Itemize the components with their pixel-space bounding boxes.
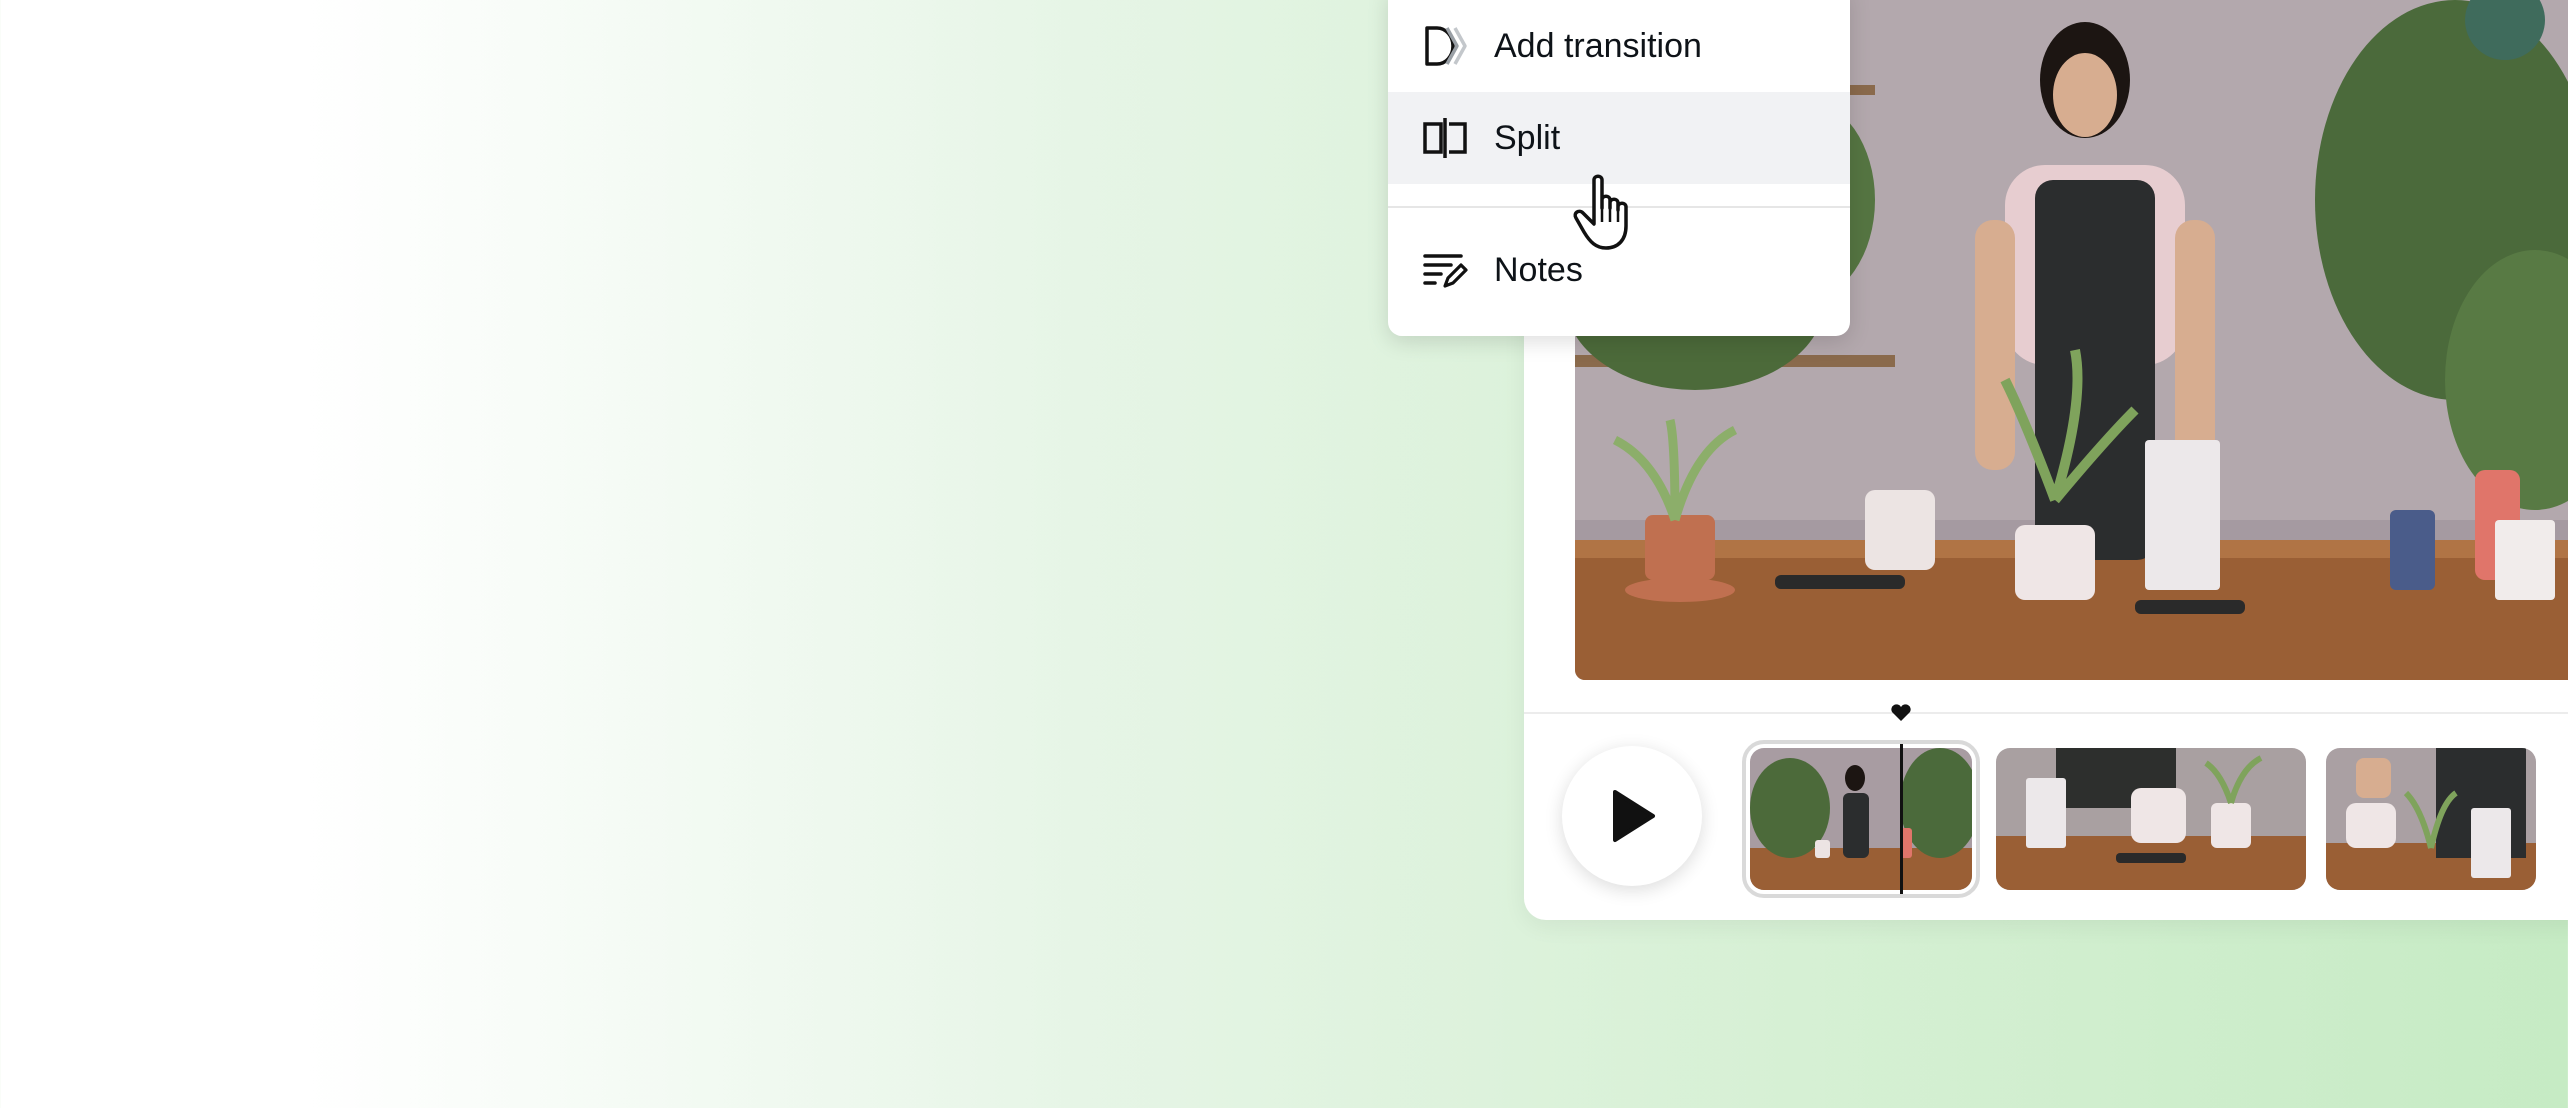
heart-marker-icon [1891, 704, 1911, 721]
clip-thumbnail [2326, 748, 2536, 890]
timeline-divider [1524, 712, 2568, 714]
clip-thumbnail [1750, 748, 1972, 890]
menu-item-label: Split [1494, 118, 1561, 157]
split-icon [1420, 113, 1470, 163]
timeline-clip-3[interactable] [2326, 748, 2536, 890]
play-button[interactable] [1562, 746, 1702, 886]
menu-item-add-transition[interactable]: Add transition [1388, 0, 1850, 92]
transition-icon [1420, 21, 1470, 71]
clip-playhead-line [1900, 744, 1903, 894]
timeline-clip-1[interactable] [1742, 740, 1980, 898]
playhead-marker[interactable] [1890, 704, 1912, 727]
hand-cursor-icon [1572, 174, 1642, 259]
play-icon [1613, 790, 1655, 842]
clip-thumbnail [1996, 748, 2306, 890]
notes-icon [1420, 245, 1470, 295]
menu-item-label: Add transition [1494, 26, 1702, 65]
menu-item-split[interactable]: Split [1388, 92, 1850, 184]
timeline-clip-2[interactable] [1996, 748, 2306, 890]
context-menu: Add transition Split Notes [1388, 0, 1850, 336]
menu-item-label: Notes [1494, 250, 1583, 289]
